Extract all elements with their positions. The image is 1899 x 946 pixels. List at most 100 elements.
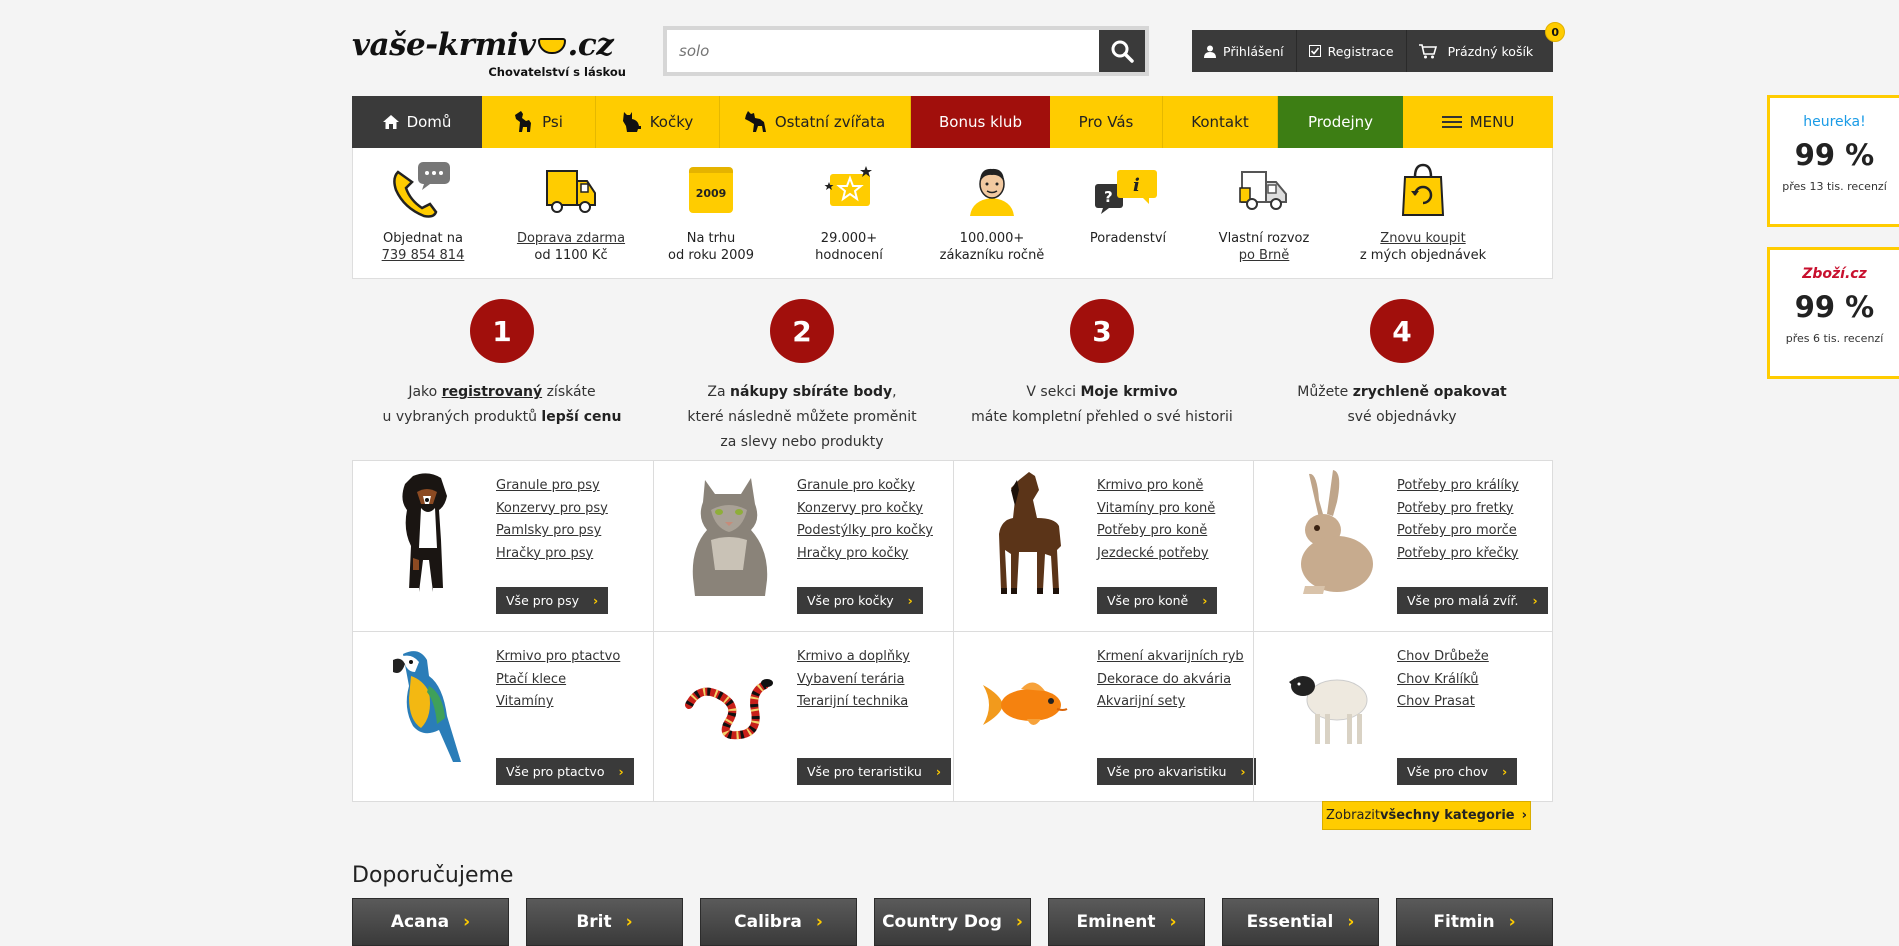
category-link[interactable]: Granule pro psy [496, 475, 608, 498]
category-horses: Krmivo pro koně Vitamíny pro koně Potřeb… [953, 461, 1253, 631]
logo-tagline: Chovatelství s láskou [488, 65, 626, 79]
recommended-heading: Doporučujeme [352, 863, 514, 888]
nav-dogs[interactable]: Psi [482, 96, 596, 148]
all-dogs-button[interactable]: Vše pro psy › [496, 587, 609, 614]
nav-stores[interactable]: Prodejny [1278, 96, 1403, 148]
category-link[interactable]: Konzervy pro psy [496, 498, 608, 521]
nav-label: Bonus klub [939, 113, 1022, 131]
category-link[interactable]: Vitamíny pro koně [1097, 498, 1215, 521]
category-link[interactable]: Potřeby pro koně [1097, 520, 1215, 543]
parrot-image [373, 640, 483, 770]
register-link[interactable]: Registrace [1295, 30, 1406, 72]
category-link[interactable]: Pamlsky pro psy [496, 520, 608, 543]
all-cats-button[interactable]: Vše pro kočky › [797, 587, 923, 614]
category-link[interactable]: Chov Drůbeže [1397, 646, 1489, 669]
category-link[interactable]: Dekorace do akvária [1097, 669, 1244, 692]
all-farming-button[interactable]: Vše pro chov › [1397, 758, 1518, 785]
site-logo[interactable]: vaše-krmiv .cz Chovatelství s láskou [352, 28, 628, 82]
category-links: Krmivo pro koně Vitamíny pro koně Potřeb… [1097, 475, 1215, 565]
nav-other-animals[interactable]: Ostatní zvířata [720, 96, 911, 148]
login-link[interactable]: Přihlášení [1192, 30, 1296, 72]
checkbox-icon [1308, 45, 1321, 57]
category-link[interactable]: Granule pro kočky [797, 475, 933, 498]
search-input[interactable] [667, 30, 1099, 72]
category-link[interactable]: Hračky pro psy [496, 543, 608, 566]
free-delivery-truck-icon [546, 170, 596, 213]
category-link[interactable]: Vitamíny [496, 691, 620, 714]
category-link[interactable]: Podestýlky pro kočky [797, 520, 933, 543]
all-aquarium-button[interactable]: Vše pro akvaristiku › [1097, 758, 1256, 785]
hamburger-icon [1441, 116, 1462, 128]
brand-button-acana[interactable]: Acana › [352, 898, 509, 946]
category-link[interactable]: Terarijní technika [797, 691, 910, 714]
brand-button-country-dog[interactable]: Country Dog › [874, 898, 1031, 946]
cart-icon [1418, 43, 1437, 58]
food-bowl-icon [537, 38, 566, 54]
category-link[interactable]: Akvarijní sety [1097, 691, 1244, 714]
brand-button-calibra[interactable]: Calibra › [700, 898, 857, 946]
all-small-animals-button[interactable]: Vše pro malá zvíř. › [1397, 587, 1548, 614]
category-link[interactable]: Krmivo pro ptactvo [496, 646, 620, 669]
category-link[interactable]: Krmivo a doplňky [797, 646, 910, 669]
category-link[interactable]: Chov Prasat [1397, 691, 1489, 714]
reorder-link[interactable]: Znovu koupit [1380, 231, 1465, 246]
benefit-line2: z mých objednávek [1359, 248, 1487, 263]
nav-contact[interactable]: Kontakt [1163, 96, 1278, 148]
search-button[interactable] [1099, 30, 1145, 72]
svg-text:i: i [1133, 175, 1140, 196]
cart-label: Prázdný košík [1447, 43, 1534, 59]
brno-delivery-link[interactable]: po Brně [1239, 248, 1290, 263]
nav-for-you[interactable]: Pro Vás [1050, 96, 1163, 148]
goldfish-image [974, 640, 1084, 770]
chevron-right-icon: › [1508, 912, 1516, 932]
category-link[interactable]: Potřeby pro morče [1397, 520, 1519, 543]
all-birds-button[interactable]: Vše pro ptactvo › [496, 758, 634, 785]
nav-menu[interactable]: MENU [1403, 96, 1553, 148]
category-links: Krmivo pro ptactvo Ptačí klece Vitamíny [496, 646, 620, 714]
register-link-inline[interactable]: registrovaný [442, 384, 542, 400]
category-link[interactable]: Konzervy pro kočky [797, 498, 933, 521]
brand-button-fitmin[interactable]: Fitmin › [1396, 898, 1553, 946]
free-delivery-link[interactable]: Doprava zdarma [517, 231, 625, 246]
horse-image [974, 469, 1084, 599]
benefit-ratings: 29.000+ hodnocení [779, 162, 919, 264]
chevron-right-icon: › [1240, 764, 1246, 779]
benefit-line1: 29.000+ [820, 231, 878, 246]
category-link[interactable]: Krmení akvarijních ryb [1097, 646, 1244, 669]
brand-button-eminent[interactable]: Eminent › [1048, 898, 1205, 946]
category-links: Krmení akvarijních ryb Dekorace do akvár… [1097, 646, 1244, 714]
cart-link[interactable]: Prázdný košík 0 [1405, 22, 1578, 72]
category-link[interactable]: Potřeby pro fretky [1397, 498, 1519, 521]
header: vaše-krmiv.cz Chovatelství s láskou Přih… [352, 22, 1566, 82]
chevron-right-icon: › [618, 764, 624, 779]
category-links: Chov Drůbeže Chov Králíků Chov Prasat [1397, 646, 1489, 714]
logo-text: vaše-krmiv .cz [352, 27, 614, 63]
benefit-own-delivery: Vlastní rozvoz po Brně [1194, 162, 1334, 264]
nav-cats[interactable]: Kočky [596, 96, 720, 148]
category-link[interactable]: Chov Králíků [1397, 669, 1489, 692]
nav-bonus-club[interactable]: Bonus klub [911, 96, 1050, 148]
main-nav: Domů Psi Kočky Ostatní zvířata Bonus klu… [352, 96, 1553, 148]
category-link[interactable]: Potřeby pro králíky [1397, 475, 1519, 498]
zbozi-rating-badge[interactable]: Zboží.cz 99 % přes 6 tis. recenzí [1767, 247, 1899, 379]
category-link[interactable]: Ptačí klece [496, 669, 620, 692]
phone-number-link[interactable]: 739 854 814 [382, 248, 465, 263]
all-terrarium-button[interactable]: Vše pro teraristiku › [797, 758, 951, 785]
category-link[interactable]: Vybavení terária [797, 669, 910, 692]
show-all-categories-button[interactable]: Zobrazit všechny kategorie › [1322, 801, 1531, 830]
category-link[interactable]: Jezdecké potřeby [1097, 543, 1215, 566]
nav-home[interactable]: Domů [352, 96, 482, 148]
brand-button-essential[interactable]: Essential › [1222, 898, 1379, 946]
all-horses-button[interactable]: Vše pro koně › [1097, 587, 1218, 614]
advice-icon: ? i [1095, 170, 1157, 214]
category-link[interactable]: Krmivo pro koně [1097, 475, 1215, 498]
brand-button-brit[interactable]: Brit › [526, 898, 683, 946]
step-number: 1 [470, 299, 534, 363]
heureka-rating-badge[interactable]: heureka! 99 % přes 13 tis. recenzí [1767, 95, 1899, 227]
cat-image [674, 469, 784, 599]
dog-icon [515, 111, 532, 132]
chevron-right-icon: › [907, 593, 913, 608]
rating-count: přes 6 tis. recenzí [1785, 332, 1884, 345]
category-link[interactable]: Potřeby pro křečky [1397, 543, 1519, 566]
category-link[interactable]: Hračky pro kočky [797, 543, 933, 566]
